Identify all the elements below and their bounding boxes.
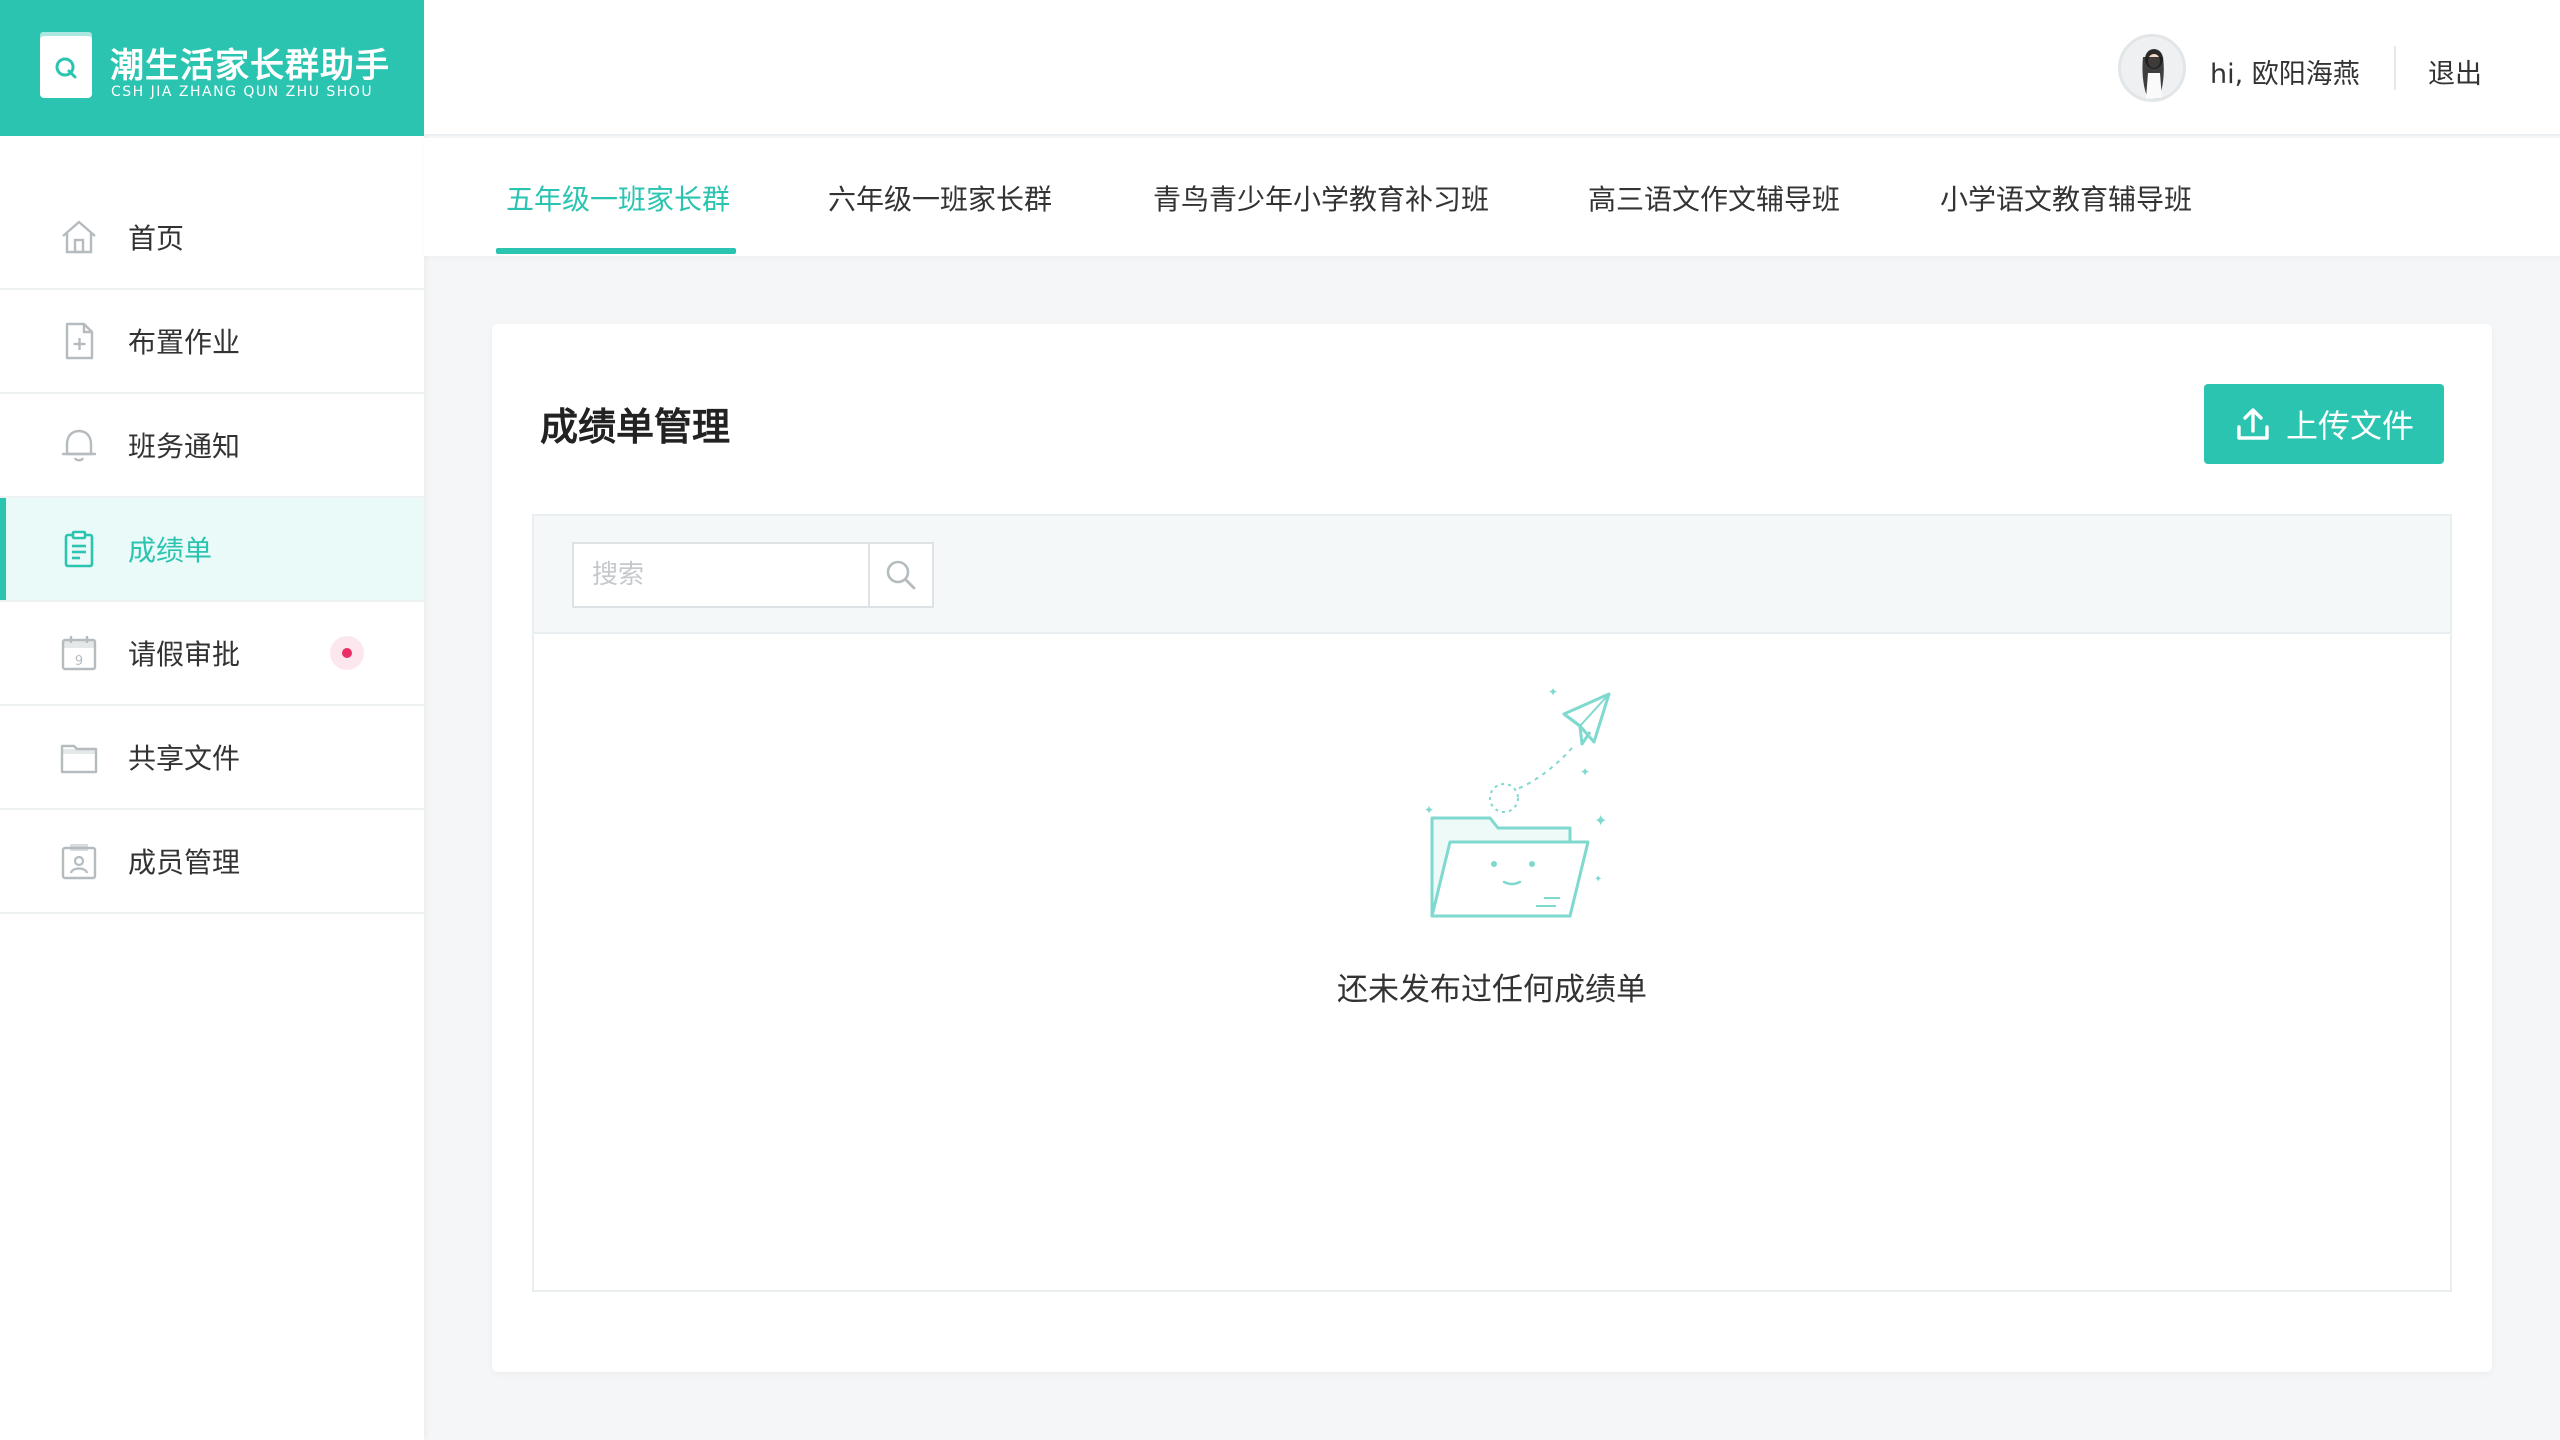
- sidebar-item-home[interactable]: 首页: [0, 186, 424, 290]
- members-icon: [61, 844, 97, 880]
- logout-button[interactable]: 退出: [2428, 52, 2482, 91]
- sidebar-item-label: 布置作业: [128, 326, 241, 359]
- search-box: [572, 542, 934, 608]
- empty-state-text: 还未发布过任何成绩单: [1337, 972, 1647, 1008]
- tab-group-4[interactable]: 高三语文作文辅导班: [1588, 178, 1840, 218]
- app-title: 潮生活家长群助手: [110, 46, 390, 86]
- search-input[interactable]: [574, 544, 868, 606]
- svg-text:✦: ✦: [1424, 803, 1434, 817]
- sidebar-item-label: 成员管理: [128, 846, 241, 879]
- empty-folder-illustration: ✦ ✦ ✦ ✦ ✦ ✦: [1424, 686, 1611, 918]
- tab-group-1[interactable]: 五年级一班家长群: [506, 178, 730, 218]
- upload-button-label: 上传文件: [2285, 407, 2414, 445]
- sidebar-item-label: 成绩单: [128, 534, 213, 567]
- header-divider: [2394, 46, 2396, 90]
- notification-badge: [330, 636, 364, 670]
- svg-text:9: 9: [75, 654, 83, 669]
- tab-group-5[interactable]: 小学语文教育辅导班: [1940, 178, 2192, 218]
- top-header: hi, 欧阳海燕 退出: [424, 0, 2560, 136]
- tab-group-3[interactable]: 青鸟青少年小学教育补习班: [1153, 178, 1489, 218]
- sidebar-item-label: 共享文件: [128, 742, 241, 775]
- search-icon: [886, 560, 916, 590]
- home-icon: [62, 220, 96, 254]
- document-add-icon: [65, 322, 94, 360]
- upload-icon: [2237, 408, 2269, 440]
- sidebar-item-label: 班务通知: [128, 430, 241, 463]
- app-subtitle: CSH JIA ZHANG QUN ZHU SHOU: [111, 84, 374, 100]
- tab-group-2[interactable]: 六年级一班家长群: [828, 178, 1052, 218]
- bell-icon: [61, 429, 97, 462]
- clipboard-icon: [64, 530, 94, 568]
- sidebar-item-homework[interactable]: 布置作业: [0, 290, 424, 394]
- active-tab-indicator: [496, 248, 736, 254]
- sidebar-item-shared-files[interactable]: 共享文件: [0, 706, 424, 810]
- sidebar-item-leave-approval[interactable]: 9 请假审批: [0, 602, 424, 706]
- group-tabs: 五年级一班家长群 六年级一班家长群 青鸟青少年小学教育补习班 高三语文作文辅导班…: [424, 138, 2560, 256]
- search-button[interactable]: [868, 544, 932, 606]
- page-title: 成绩单管理: [540, 405, 731, 449]
- svg-text:✦: ✦: [1594, 811, 1607, 830]
- user-greeting: hi, 欧阳海燕: [2210, 59, 2360, 90]
- svg-text:✦: ✦: [1580, 765, 1590, 779]
- sidebar-item-label: 首页: [128, 222, 185, 255]
- sidebar-item-label: 请假审批: [128, 638, 241, 671]
- svg-text:✦: ✦: [1548, 686, 1558, 699]
- avatar[interactable]: [2118, 34, 2186, 102]
- upload-file-button[interactable]: 上传文件: [2204, 384, 2444, 464]
- report-card-panel: 成绩单管理 上传文件 搜索 ✦ ✦ ✦ ✦ ✦ 还未发布过任何成绩单: [492, 324, 2492, 1372]
- calendar-icon: 9: [61, 636, 97, 671]
- folder-icon: [60, 744, 98, 774]
- report-list-panel: ✦ ✦ ✦ ✦ ✦ ✦ 还未发布过任何成绩单: [532, 514, 2452, 1292]
- sidebar-item-members[interactable]: 成员管理: [0, 810, 424, 914]
- search-bar-area: [534, 516, 2450, 634]
- sidebar-item-notice[interactable]: 班务通知: [0, 394, 424, 498]
- sidebar-nav: 首页 布置作业 班务通知 成绩单 9 请假审批 共享文件 成员管理: [0, 186, 424, 914]
- logo-icon: [40, 32, 92, 98]
- sidebar-item-report-card[interactable]: 成绩单: [0, 498, 424, 602]
- app-logo[interactable]: 潮生活家长群助手 CSH JIA ZHANG QUN ZHU SHOU: [0, 0, 424, 136]
- sidebar: 潮生活家长群助手 CSH JIA ZHANG QUN ZHU SHOU 首页 布…: [0, 0, 424, 1440]
- svg-text:✦: ✦: [1594, 874, 1602, 885]
